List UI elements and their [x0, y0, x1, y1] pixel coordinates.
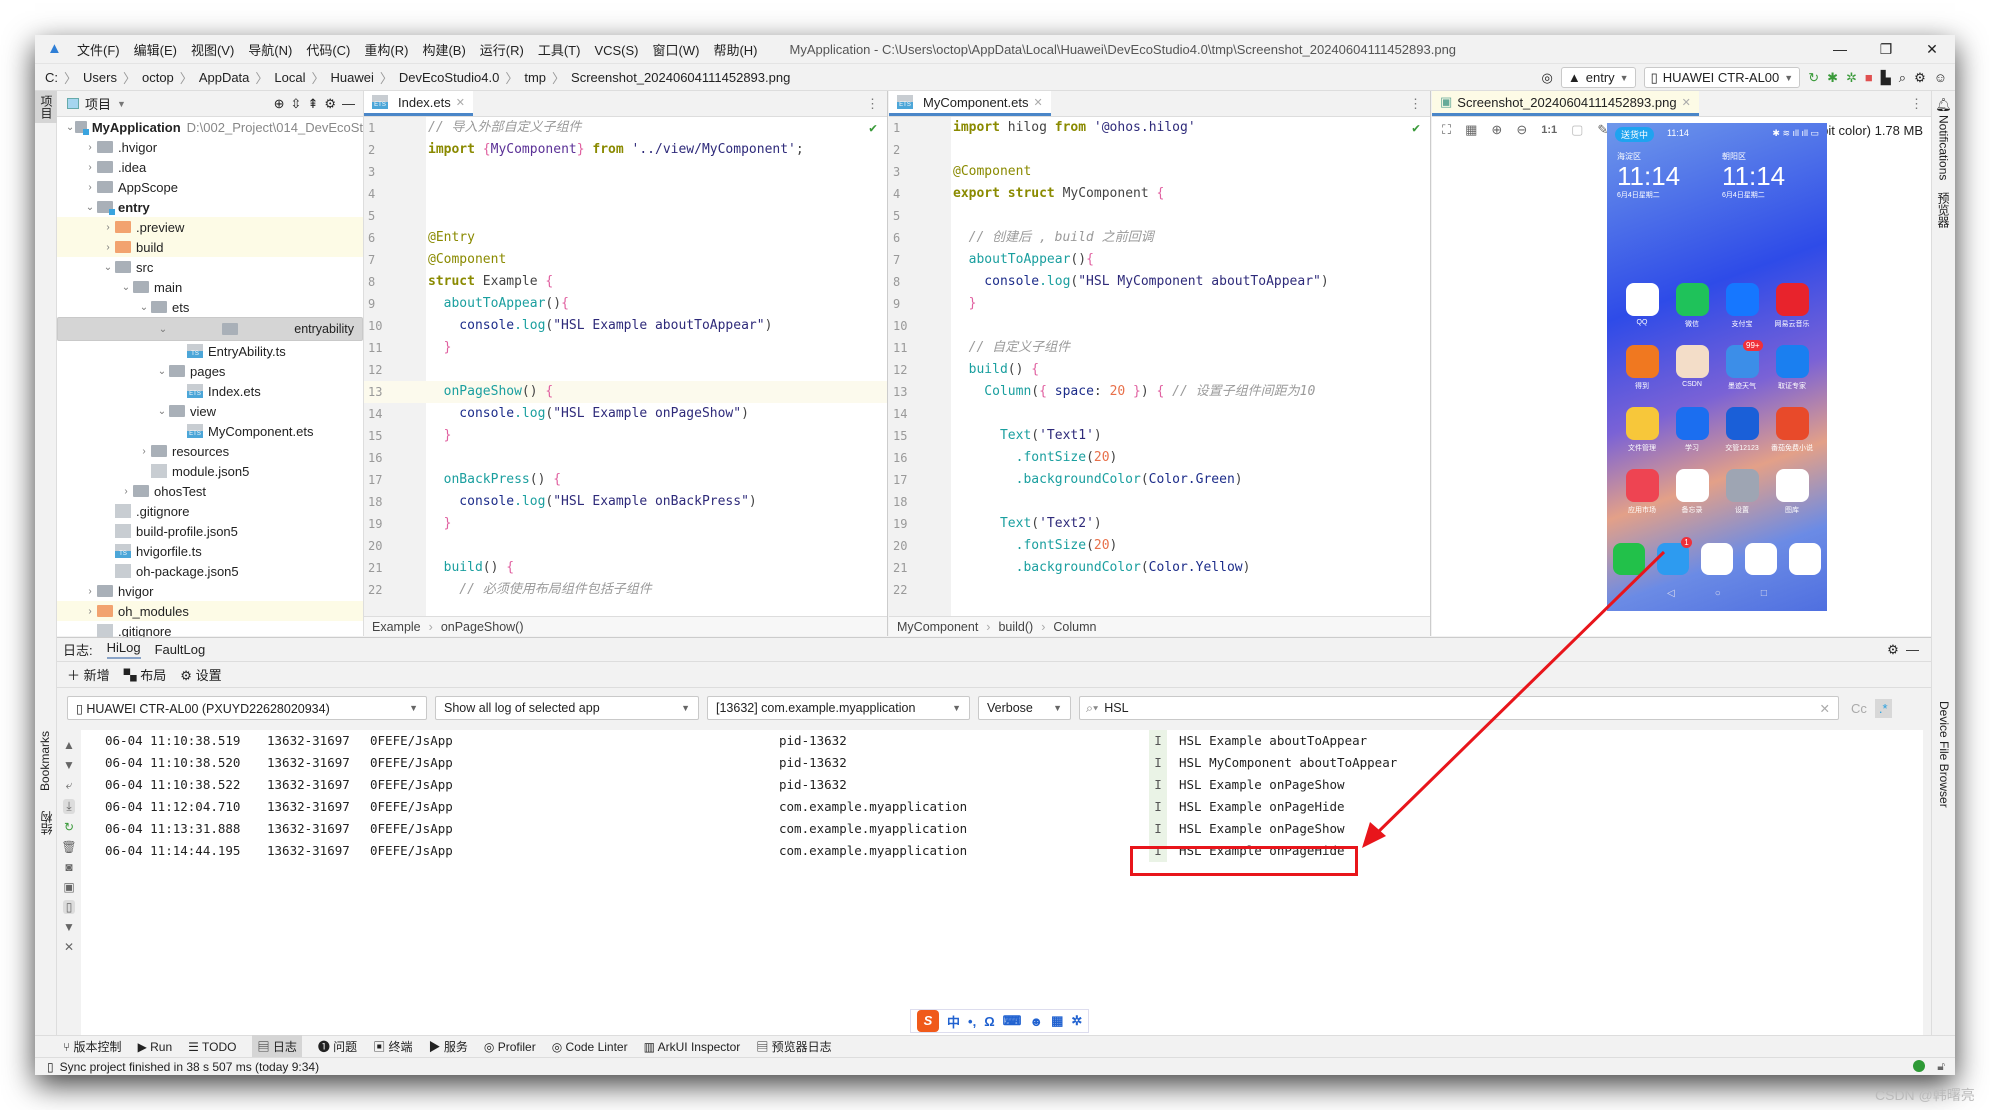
- arrow-line: [1370, 550, 1666, 840]
- weather-app-badge: 99+: [1743, 340, 1763, 351]
- messages-badge: 1: [1681, 537, 1692, 548]
- watermark: CSDN @韩曙亮: [1875, 1087, 1975, 1103]
- annotation-arrow: [1362, 550, 1666, 848]
